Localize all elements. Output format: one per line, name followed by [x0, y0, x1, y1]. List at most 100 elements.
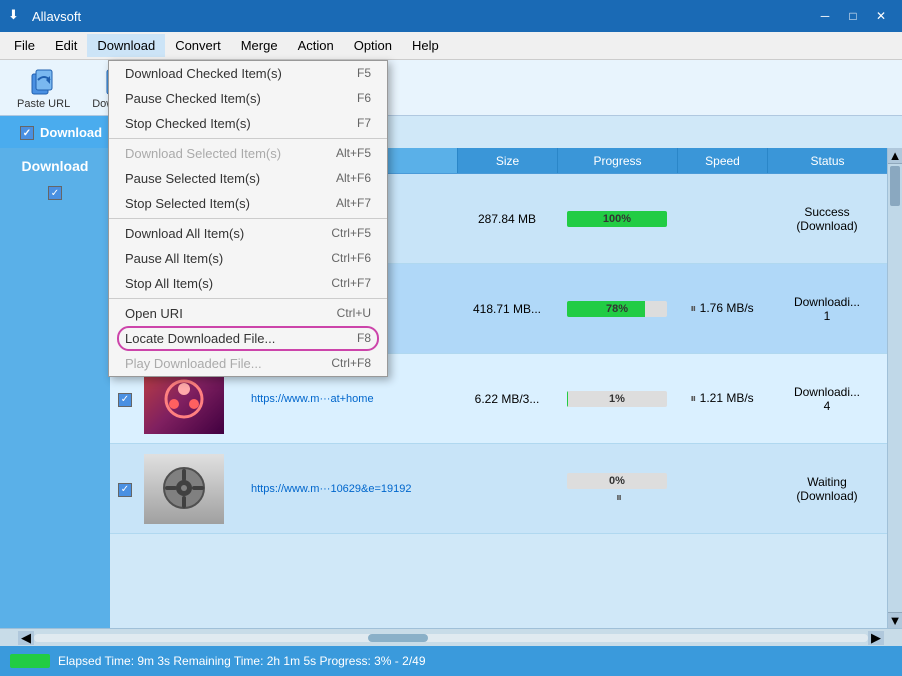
menu-download-checked-label: Download Checked Item(s) — [125, 66, 282, 81]
menu-pause-all[interactable]: Pause All Item(s) Ctrl+F6 — [109, 246, 387, 271]
row2-pause-icon: ⏸ — [690, 301, 696, 315]
menu-play-file: Play Downloaded File... Ctrl+F8 — [109, 351, 387, 376]
tab-download[interactable]: Download — [0, 116, 123, 148]
row2-size: 418.71 MB... — [457, 302, 557, 316]
row3-checkbox[interactable] — [118, 393, 132, 407]
menu-download-checked[interactable]: Download Checked Item(s) F5 — [109, 61, 387, 86]
status-text: Elapsed Time: 9m 3s Remaining Time: 2h 1… — [58, 654, 426, 668]
separator-3 — [109, 298, 387, 299]
row4-check[interactable] — [110, 480, 140, 497]
menu-open-uri[interactable]: Open URI Ctrl+U — [109, 301, 387, 326]
row3-speed: ⏸ 1.21 MB/s — [677, 391, 767, 406]
row3-status-line2: 4 — [767, 399, 887, 413]
menu-edit[interactable]: Edit — [45, 34, 87, 57]
h-scroll-left[interactable]: ◀ — [18, 631, 34, 645]
row4-status-line2: (Download) — [767, 489, 887, 503]
menu-stop-all-label: Stop All Item(s) — [125, 276, 213, 291]
menu-stop-checked-shortcut: F7 — [357, 116, 371, 131]
menu-locate-file-label: Locate Downloaded File... — [125, 331, 275, 346]
menu-locate-file-shortcut: F8 — [357, 331, 371, 346]
table-row: https://www.m···10629&e=19192 0% ⏸ — [110, 444, 887, 534]
menu-help[interactable]: Help — [402, 34, 449, 57]
menu-open-uri-shortcut: Ctrl+U — [337, 306, 371, 321]
row3-pause-icon: ⏸ — [690, 391, 696, 405]
row3-check[interactable] — [110, 390, 140, 407]
menu-pause-selected[interactable]: Pause Selected Item(s) Alt+F6 — [109, 166, 387, 191]
row1-status-line1: Success — [767, 205, 887, 219]
menu-stop-checked-label: Stop Checked Item(s) — [125, 116, 251, 131]
menu-pause-all-label: Pause All Item(s) — [125, 251, 223, 266]
menu-locate-file[interactable]: Locate Downloaded File... F8 — [109, 326, 387, 351]
tab-checkbox[interactable] — [20, 126, 34, 140]
title-bar-title: Allavsoft — [32, 9, 812, 24]
menu-stop-all[interactable]: Stop All Item(s) Ctrl+F7 — [109, 271, 387, 296]
left-panel: Download — [0, 148, 110, 628]
row3-status: Downloadi... 4 — [767, 385, 887, 413]
menu-download-all-shortcut: Ctrl+F5 — [331, 226, 371, 241]
menu-bar: File Edit Download Convert Merge Action … — [0, 32, 902, 60]
row1-progress-label: 100% — [567, 211, 667, 227]
menu-file[interactable]: File — [4, 34, 45, 57]
row3-url: https://www.m···at+home — [251, 393, 451, 405]
minimize-button[interactable]: ─ — [812, 6, 838, 26]
menu-stop-checked[interactable]: Stop Checked Item(s) F7 — [109, 111, 387, 136]
scrollbar-thumb[interactable] — [890, 166, 900, 206]
tab-download-checkbox[interactable] — [20, 124, 34, 141]
row3-status-line1: Downloadi... — [767, 385, 887, 399]
row1-size: 287.84 MB — [457, 212, 557, 226]
horizontal-scrollbar[interactable]: ◀ ▶ — [0, 628, 902, 646]
paste-url-icon — [28, 66, 60, 98]
scrollbar-up-arrow[interactable]: ▲ — [888, 148, 902, 164]
menu-action[interactable]: Action — [288, 34, 344, 57]
row3-progress: 1% — [557, 391, 677, 407]
menu-open-uri-label: Open URI — [125, 306, 183, 321]
h-scroll-right[interactable]: ▶ — [868, 631, 884, 645]
row2-status-line2: 1 — [767, 309, 887, 323]
row4-progress-label: 0% — [567, 473, 667, 489]
row2-progress-bar: 78% — [567, 301, 667, 317]
h-scrollbar-track — [34, 634, 868, 642]
row4-thumbnail — [144, 454, 224, 524]
menu-download-selected: Download Selected Item(s) Alt+F5 — [109, 141, 387, 166]
menu-stop-selected[interactable]: Stop Selected Item(s) Alt+F7 — [109, 191, 387, 216]
menu-merge[interactable]: Merge — [231, 34, 288, 57]
paste-url-button[interactable]: Paste URL — [8, 61, 79, 115]
menu-convert[interactable]: Convert — [165, 34, 231, 57]
row4-checkbox[interactable] — [118, 483, 132, 497]
menu-pause-checked[interactable]: Pause Checked Item(s) F6 — [109, 86, 387, 111]
header-progress: Progress — [557, 148, 677, 173]
paste-url-label: Paste URL — [17, 98, 70, 110]
menu-stop-all-shortcut: Ctrl+F7 — [331, 276, 371, 291]
h-scrollbar-thumb[interactable] — [368, 634, 428, 642]
left-panel-checkbox[interactable] — [48, 186, 62, 200]
row1-progress-bar: 100% — [567, 211, 667, 227]
menu-download-all[interactable]: Download All Item(s) Ctrl+F5 — [109, 221, 387, 246]
row4-url: https://www.m···10629&e=19192 — [251, 483, 451, 495]
tab-download-label: Download — [40, 125, 102, 140]
row4-progress: 0% ⏸ — [557, 473, 677, 505]
header-speed: Speed — [677, 148, 767, 173]
row3-progress-bar: 1% — [567, 391, 667, 407]
separator-1 — [109, 138, 387, 139]
menu-pause-checked-label: Pause Checked Item(s) — [125, 91, 261, 106]
row1-status: Success (Download) — [767, 205, 887, 233]
menu-download[interactable]: Download — [87, 34, 165, 57]
row4-status: Waiting (Download) — [767, 475, 887, 503]
scrollbar-down-arrow[interactable]: ▼ — [888, 612, 902, 628]
close-button[interactable]: ✕ — [868, 6, 894, 26]
status-bar: Elapsed Time: 9m 3s Remaining Time: 2h 1… — [0, 646, 902, 676]
menu-option[interactable]: Option — [344, 34, 402, 57]
row4-info: https://www.m···10629&e=19192 — [245, 479, 457, 499]
row3-size: 6.22 MB/3... — [457, 392, 557, 406]
row2-progress-label: 78% — [567, 301, 667, 317]
vertical-scrollbar[interactable]: ▲ ▼ — [887, 148, 902, 628]
menu-download-selected-shortcut: Alt+F5 — [336, 146, 371, 161]
maximize-button[interactable]: □ — [840, 6, 866, 26]
row2-status: Downloadi... 1 — [767, 295, 887, 323]
app-window: ⬇ Allavsoft ─ □ ✕ File Edit Download Con… — [0, 0, 902, 676]
menu-download-selected-label: Download Selected Item(s) — [125, 146, 281, 161]
row4-status-line1: Waiting — [767, 475, 887, 489]
menu-play-file-label: Play Downloaded File... — [125, 356, 262, 371]
row3-info: https://www.m···at+home — [245, 389, 457, 409]
title-bar-controls: ─ □ ✕ — [812, 6, 894, 26]
